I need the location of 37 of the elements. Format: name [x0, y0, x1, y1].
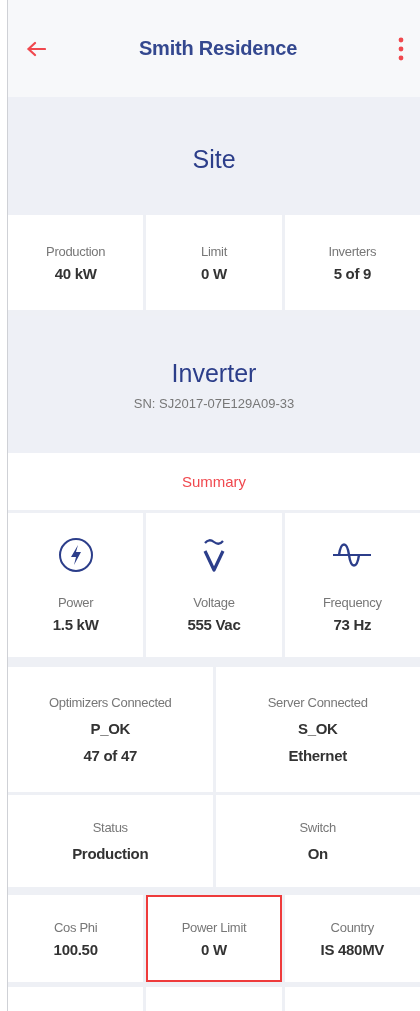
info-value: 100.50 [53, 940, 98, 958]
info-value: Production [72, 845, 149, 862]
info-label: Optimizers Connected [48, 695, 172, 710]
info-value: 0 W [201, 940, 227, 958]
voltage-icon [201, 537, 227, 573]
bolt-circle-icon [57, 537, 94, 573]
section-title: Inverter [171, 358, 257, 388]
info-value: S_OK [297, 720, 338, 737]
info-value: 0 W [201, 264, 227, 282]
info-label: Inverters [328, 243, 377, 259]
info-label: Limit [201, 243, 227, 259]
info-label: Power Limit [181, 919, 247, 935]
screen-title: Smith Residence [137, 37, 299, 60]
info-value: Ethernet [288, 747, 347, 764]
info-label: Country [330, 919, 375, 935]
info-label: Voltage [193, 595, 235, 610]
info-value: On [307, 845, 328, 862]
summary-title: Summary [181, 473, 247, 490]
info-value: 73 Hz [333, 616, 372, 633]
info-value: P_OK [90, 720, 131, 737]
info-label: Status [92, 820, 128, 835]
info-label: Cos Phi [53, 919, 98, 935]
serial-number: SN: SJ2017-07E129A09-33 [133, 395, 295, 411]
info-label: Server Connected [267, 695, 368, 710]
info-label: Power [58, 595, 94, 610]
more-icon[interactable] [398, 36, 404, 61]
back-icon[interactable] [26, 40, 46, 57]
info-value: 5 of 9 [333, 264, 371, 282]
info-value: 40 kW [54, 264, 97, 282]
info-value: IS 480MV [320, 940, 385, 958]
section-title: Site [192, 144, 236, 174]
info-label: Switch [299, 820, 336, 835]
info-value: 555 Vac [187, 616, 241, 633]
info-label: Production [46, 243, 106, 259]
info-label: Frequency [322, 595, 382, 610]
info-value: 47 of 47 [83, 747, 137, 764]
info-value: 1.5 kW [52, 616, 99, 633]
